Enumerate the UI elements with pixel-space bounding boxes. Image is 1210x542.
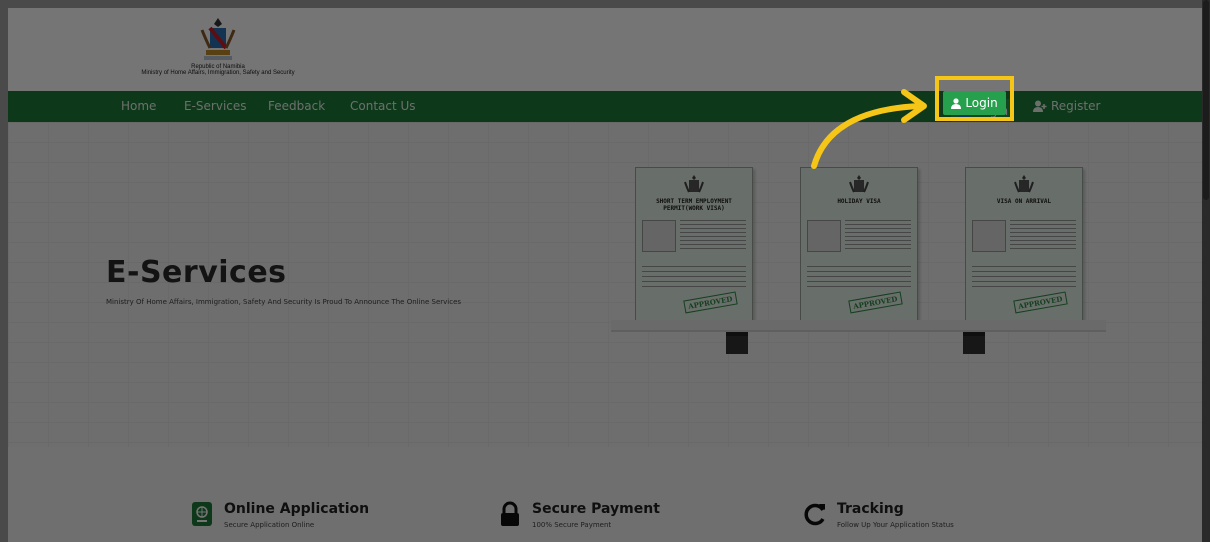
feature-title: Secure Payment [532, 501, 660, 517]
coat-of-arms-icon [684, 175, 704, 193]
scrollbar[interactable] [1202, 0, 1210, 542]
lock-icon [501, 501, 519, 526]
page: Republic of Namibia Ministry of Home Aff… [8, 8, 1202, 542]
brand-header[interactable]: Republic of Namibia Ministry of Home Aff… [113, 16, 323, 76]
feature-secure-payment: Secure Payment 100% Secure Payment [498, 501, 660, 529]
shelf-bracket [726, 332, 748, 354]
approved-stamp: APPROVED [848, 291, 903, 314]
shelf [611, 320, 1106, 332]
hero-subtitle: Ministry Of Home Affairs, Immigration, S… [106, 298, 462, 306]
main-navbar: Home E-Services Feedback Contact Us 👤 Lo… [8, 91, 1202, 123]
feature-desc: Follow Up Your Application Status [837, 521, 954, 529]
text-lines [845, 220, 911, 252]
refresh-icon [804, 503, 825, 526]
ministry-name: Ministry of Home Affairs, Immigration, S… [141, 70, 295, 76]
nav-feedback[interactable]: Feedback [268, 99, 325, 113]
shelf-bracket [963, 332, 985, 354]
text-lines [680, 220, 746, 252]
person-avatar-icon [972, 220, 1006, 252]
feature-desc: Secure Application Online [224, 521, 315, 529]
pointer-arrow-icon [811, 89, 927, 169]
document-title: HOLIDAY VISA [837, 198, 881, 205]
text-lines [807, 266, 911, 291]
nav-home[interactable]: Home [121, 99, 156, 113]
register-button[interactable]: Register [1033, 99, 1100, 113]
feature-tracking: Tracking Follow Up Your Application Stat… [803, 501, 954, 529]
login-label: Login [965, 96, 998, 110]
coat-of-arms-icon [200, 18, 236, 60]
document-card: SHORT TERM EMPLOYMENT PERMIT(WORK VISA) … [635, 167, 753, 321]
document-title: VISA ON ARRIVAL [996, 198, 1052, 205]
login-button[interactable]: Login [943, 91, 1006, 115]
document-card: HOLIDAY VISA APPROVED [800, 167, 918, 321]
passport-icon [192, 502, 212, 526]
document-card: VISA ON ARRIVAL APPROVED [965, 167, 1083, 321]
nav-contact-us[interactable]: Contact Us [350, 99, 416, 113]
person-avatar-icon [807, 220, 841, 252]
feature-online-application: Online Application Secure Application On… [190, 501, 369, 529]
hero-section: E-Services Ministry Of Home Affairs, Imm… [8, 122, 1202, 447]
features-section: Online Application Secure Application On… [8, 447, 1202, 542]
coat-of-arms-icon [1014, 175, 1034, 193]
hero-title: E-Services [106, 255, 287, 290]
document-title: SHORT TERM EMPLOYMENT PERMIT(WORK VISA) [656, 198, 732, 212]
feature-title: Online Application [224, 501, 370, 517]
user-icon [951, 97, 962, 109]
user-plus-icon [1033, 100, 1047, 112]
text-lines [642, 266, 746, 291]
approved-stamp: APPROVED [1013, 291, 1068, 314]
nav-e-services[interactable]: E-Services [184, 99, 247, 113]
approved-stamp: APPROVED [683, 291, 738, 314]
text-lines [1010, 220, 1076, 252]
feature-title: Tracking [837, 501, 904, 517]
scrollbar-thumb[interactable] [1203, 0, 1209, 200]
text-lines [972, 266, 1076, 291]
feature-desc: 100% Secure Payment [532, 521, 612, 529]
register-label: Register [1051, 99, 1101, 113]
person-avatar-icon [642, 220, 676, 252]
